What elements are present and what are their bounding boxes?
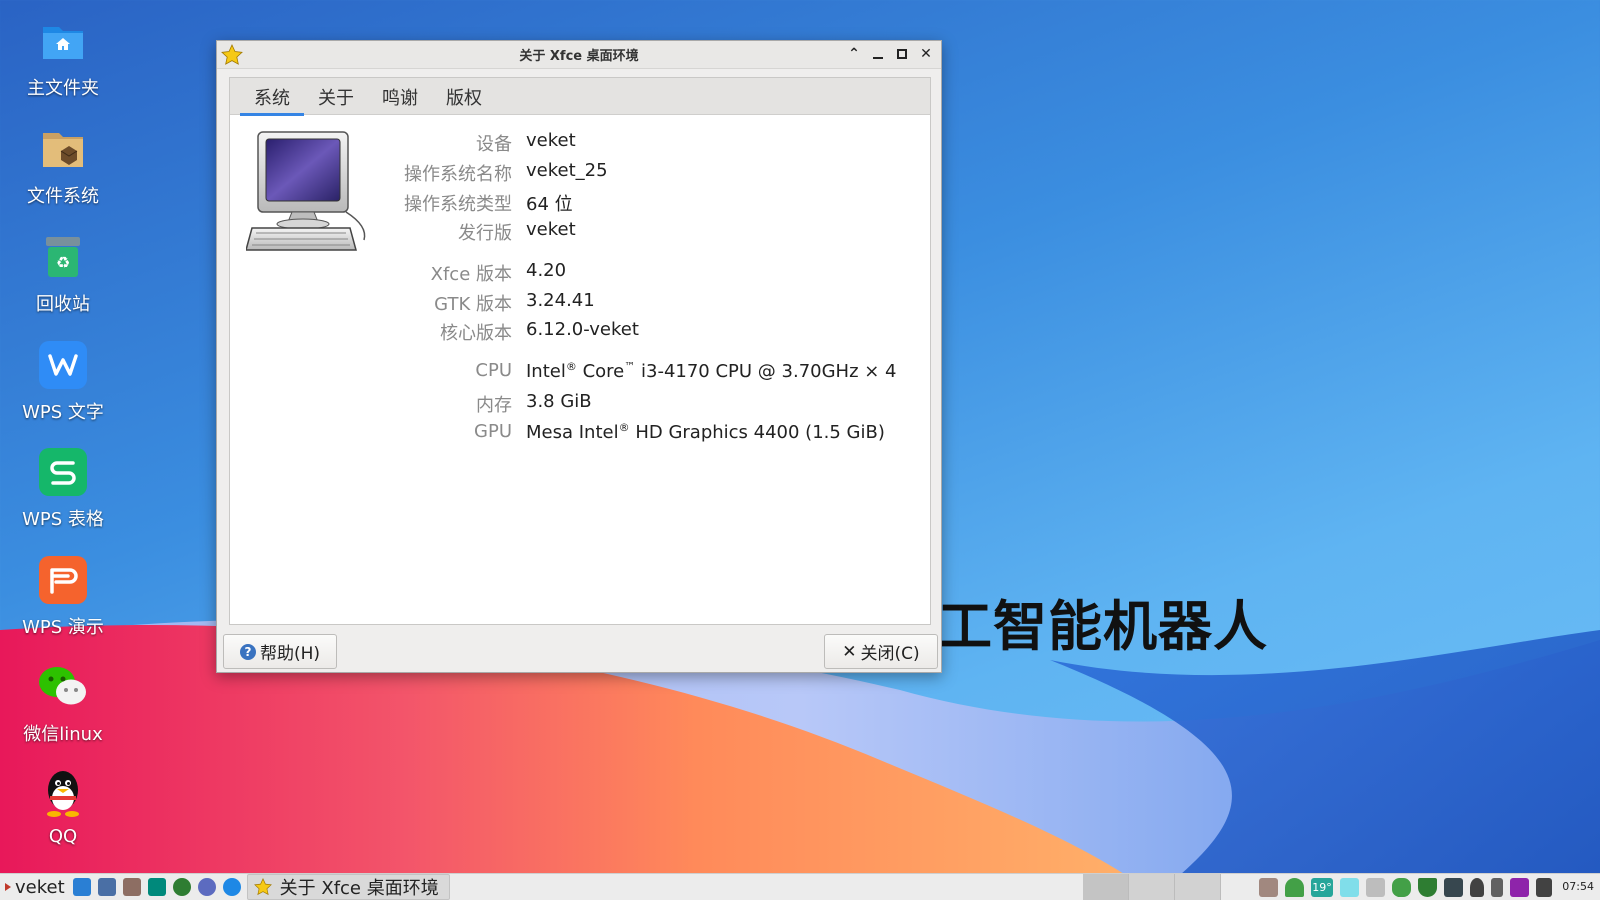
system-tray: 19° (1259, 878, 1552, 897)
tab-notebook: 系统 关于 鸣谢 版权 设备 veket 操作系统名称 veket_25 操作系统类… (229, 77, 931, 625)
about-xfce-window: 关于 Xfce 桌面环境 ⌃ ✕ 系统 关于 鸣谢 版权 设备 veket 操作… (216, 40, 942, 673)
info-row-os-name: 操作系统名称 veket_25 (404, 160, 608, 185)
desktop-icon-label: 回收站 (36, 294, 90, 315)
xfce-star-icon (253, 878, 272, 896)
desktop-icon-qq[interactable]: QQ (8, 768, 118, 847)
shade-button[interactable]: ⌃ (845, 45, 863, 63)
desktop-icon-home[interactable]: 主文件夹 (8, 16, 118, 100)
home-folder-icon (38, 16, 88, 66)
desktop-icon-label: QQ (48, 826, 78, 847)
info-row-device: 设备 veket (476, 130, 576, 155)
workspace-2[interactable] (1129, 874, 1175, 900)
close-icon: ✕ (842, 641, 857, 662)
show-desktop-icon[interactable] (72, 878, 91, 896)
desktop-icon-wps-spreadsheet[interactable]: WPS 表格 (8, 447, 118, 531)
info-row-gpu: GPU Mesa Intel® HD Graphics 4400 (1.5 Gi… (474, 421, 885, 443)
info-row-memory: 内存 3.8 GiB (476, 391, 592, 416)
info-row-cpu: CPU Intel® Core™ i3-4170 CPU @ 3.70GHz ×… (475, 360, 897, 382)
desktop-icon-wps-writer[interactable]: WPS 文字 (8, 340, 118, 424)
desktop-icon-label: WPS 文字 (22, 402, 104, 423)
trash-icon: ♻ (38, 232, 88, 282)
shield-icon[interactable] (1418, 878, 1437, 897)
chevron-up-icon: ⌃ (848, 46, 860, 62)
menu-arrow-icon (5, 883, 11, 891)
tab-about[interactable]: 关于 (304, 78, 368, 115)
network-monitor-icon[interactable] (1340, 878, 1359, 897)
close-button-label: 关闭(C) (860, 644, 920, 664)
info-row-xfce-version: Xfce 版本 4.20 (430, 260, 567, 285)
desktop-icon-trash[interactable]: ♻ 回收站 (8, 232, 118, 316)
help-button[interactable]: ? 帮助(H) (223, 634, 337, 669)
workspace-1[interactable] (1083, 874, 1129, 900)
wallpaper-text: 工智能机器人 (938, 595, 1268, 658)
media-player-icon[interactable] (172, 878, 191, 896)
window-titlebar[interactable]: 关于 Xfce 桌面环境 ⌃ ✕ (217, 41, 941, 69)
info-row-gtk-version: GTK 版本 3.24.41 (434, 290, 595, 315)
close-icon: ✕ (920, 46, 932, 62)
desktop-icon-wechat[interactable]: 微信linux (8, 662, 118, 746)
desktop-icon-wps-presentation[interactable]: WPS 演示 (8, 555, 118, 639)
qq-penguin-icon (38, 768, 88, 818)
wps-presentation-icon (38, 555, 88, 605)
desktop-icon-label: WPS 演示 (22, 617, 104, 638)
app-menu-label: veket (15, 876, 65, 898)
minimize-button[interactable] (869, 45, 887, 63)
maximize-button[interactable] (893, 45, 911, 63)
clipboard-icon[interactable] (1259, 878, 1278, 897)
filesystem-folder-icon (38, 124, 88, 174)
desktop-icon-label: WPS 表格 (22, 509, 104, 530)
paint-brush-icon[interactable] (122, 878, 141, 896)
close-window-button[interactable]: ✕ (917, 45, 935, 63)
disk-icon[interactable] (1392, 878, 1411, 897)
desktop-icon-filesystem[interactable]: 文件系统 (8, 124, 118, 208)
info-row-distro: 发行版 veket (458, 219, 576, 244)
app-menu-button[interactable]: veket (0, 874, 65, 900)
minimize-icon (873, 57, 883, 59)
taskbar: veket 关于 Xfce 桌面环境 19° 07:54 (0, 873, 1600, 900)
workspace-3[interactable] (1175, 874, 1221, 900)
screenshot-icon[interactable] (97, 878, 116, 896)
info-row-kernel-version: 核心版本 6.12.0-veket (440, 319, 639, 344)
weather-temperature[interactable]: 19° (1311, 878, 1333, 897)
tab-bar: 系统 关于 鸣谢 版权 (230, 78, 930, 116)
help-icon: ? (239, 643, 256, 660)
desktop-icon-label: 文件系统 (27, 186, 99, 207)
tab-copyright[interactable]: 版权 (432, 78, 496, 115)
window-title: 关于 Xfce 桌面环境 (519, 49, 639, 64)
bell-icon[interactable] (1470, 878, 1484, 897)
battery-icon[interactable] (1491, 878, 1503, 897)
keyboard-icon[interactable] (1444, 878, 1463, 897)
tab-system[interactable]: 系统 (240, 78, 304, 116)
info-row-os-type: 操作系统类型 64 位 (404, 194, 573, 215)
svg-text:♻: ♻ (56, 253, 70, 272)
close-button[interactable]: ✕ 关闭(C) (824, 634, 938, 669)
wps-spreadsheet-icon (38, 447, 88, 497)
input-method-icon[interactable] (1510, 878, 1529, 897)
maximize-icon (897, 49, 907, 59)
wps-writer-icon (38, 340, 88, 390)
browser-icon[interactable] (222, 878, 241, 896)
volume-icon[interactable] (1536, 878, 1552, 897)
wechat-icon (38, 662, 88, 712)
settings-icon[interactable] (197, 878, 216, 896)
wifi-icon[interactable] (1285, 878, 1304, 897)
desktop-icon-label: 微信linux (23, 724, 103, 745)
tab-credits[interactable]: 鸣谢 (368, 78, 432, 115)
clock[interactable]: 07:54 (1562, 880, 1594, 893)
printer-icon[interactable] (1366, 878, 1385, 897)
workspace-pager (1083, 874, 1221, 900)
help-button-label: 帮助(H) (259, 644, 321, 664)
taskbar-window-button[interactable]: 关于 Xfce 桌面环境 (246, 874, 450, 900)
desktop-icon-label: 主文件夹 (27, 78, 99, 99)
file-manager-icon[interactable] (147, 878, 166, 896)
taskbar-window-title: 关于 Xfce 桌面环境 (279, 878, 439, 899)
launcher-bar (72, 878, 241, 896)
